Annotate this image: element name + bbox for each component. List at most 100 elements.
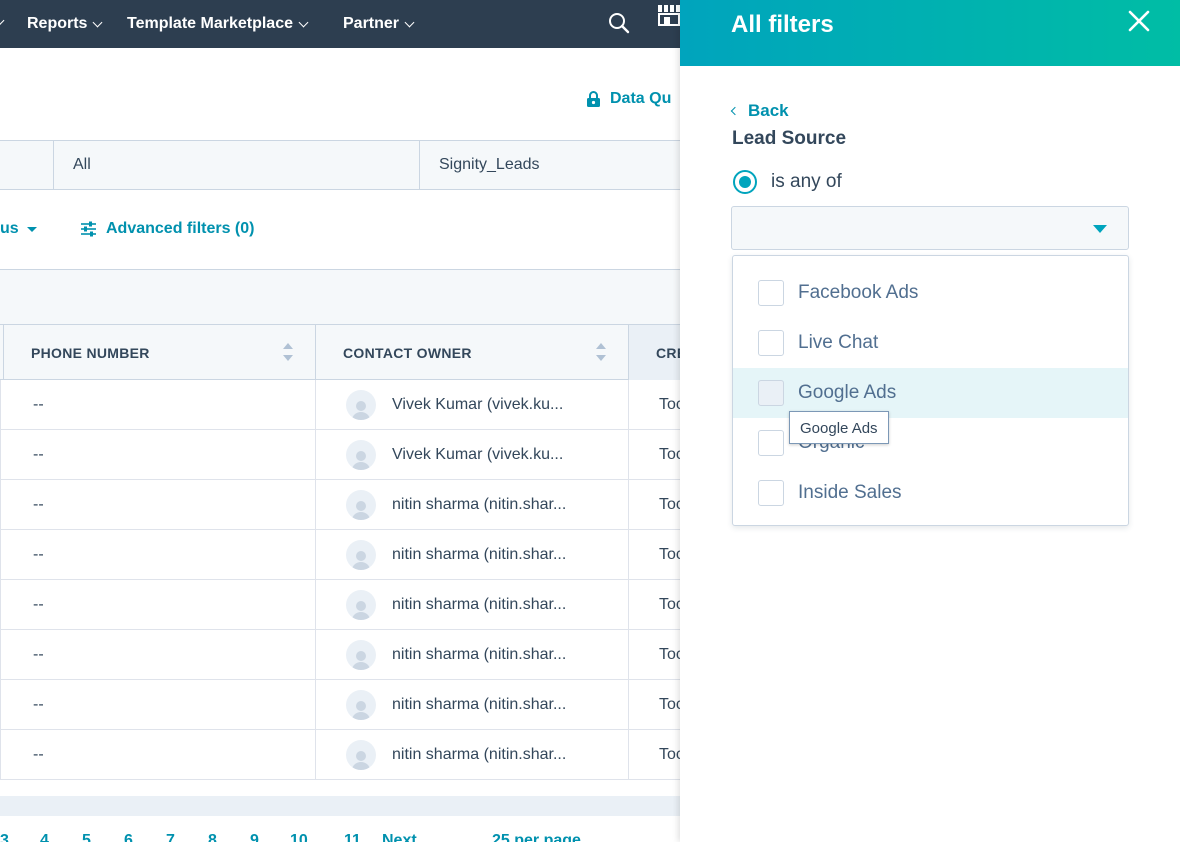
lock-icon bbox=[587, 90, 600, 107]
table-row[interactable]: -- Vivek Kumar (vivek.ku... Toc bbox=[0, 380, 700, 430]
column-header-label: CONTACT OWNER bbox=[343, 344, 472, 361]
owner-cell[interactable]: nitin sharma (nitin.shar... bbox=[315, 530, 628, 580]
view-tab-all[interactable]: All bbox=[53, 141, 419, 189]
option-label: Google Ads bbox=[798, 382, 897, 403]
owner-cell[interactable]: Vivek Kumar (vivek.ku... bbox=[315, 430, 628, 480]
chevron-down-icon bbox=[404, 17, 415, 27]
property-label: Lead Source bbox=[732, 128, 847, 149]
all-filters-panel: All filters Back Lead Source is any of F… bbox=[680, 0, 1180, 842]
operator-option-is-any-of[interactable]: is any of bbox=[733, 170, 842, 194]
owner-cell[interactable]: nitin sharma (nitin.shar... bbox=[315, 680, 628, 730]
checkbox[interactable] bbox=[758, 430, 784, 456]
data-quality-link[interactable]: Data Qu bbox=[586, 90, 671, 108]
status-filter-label: us bbox=[0, 220, 19, 237]
option-label: Inside Sales bbox=[798, 482, 902, 503]
owner-name: nitin sharma (nitin.shar... bbox=[392, 596, 567, 613]
chevron-down-icon bbox=[93, 17, 103, 27]
owner-cell[interactable]: nitin sharma (nitin.shar... bbox=[315, 630, 628, 680]
lead-source-options-list: Facebook Ads Live Chat Google Ads Organi… bbox=[732, 255, 1129, 526]
per-page-dropdown[interactable]: 25 per page bbox=[492, 832, 581, 842]
view-tab-label: Signity_Leads bbox=[439, 156, 540, 173]
phone-cell: -- bbox=[0, 580, 315, 630]
avatar bbox=[346, 440, 376, 470]
page-link[interactable]: 9 bbox=[250, 832, 259, 842]
chevron-down-icon bbox=[298, 17, 309, 27]
avatar bbox=[346, 490, 376, 520]
owner-name: nitin sharma (nitin.shar... bbox=[392, 746, 567, 763]
advanced-filters-button[interactable]: Advanced filters (0) bbox=[80, 220, 254, 238]
search-icon[interactable] bbox=[608, 12, 630, 34]
checkbox[interactable] bbox=[758, 480, 784, 506]
avatar bbox=[346, 540, 376, 570]
checkbox[interactable] bbox=[758, 380, 784, 406]
nav-item-label: Template Marketplace bbox=[127, 15, 293, 32]
table-row[interactable]: -- nitin sharma (nitin.shar... Toc bbox=[0, 730, 700, 780]
chevron-down-icon[interactable] bbox=[0, 15, 5, 26]
data-quality-label: Data Qu bbox=[610, 90, 672, 107]
sort-icon[interactable] bbox=[596, 343, 606, 363]
back-link[interactable]: Back bbox=[730, 101, 789, 121]
table-row[interactable]: -- nitin sharma (nitin.shar... Toc bbox=[0, 480, 700, 530]
table-row[interactable]: -- Vivek Kumar (vivek.ku... Toc bbox=[0, 430, 700, 480]
option-live-chat[interactable]: Live Chat bbox=[733, 318, 1128, 368]
next-page-link[interactable]: Next bbox=[382, 832, 417, 842]
phone-cell: -- bbox=[0, 480, 315, 530]
table-header: PHONE NUMBER CONTACT OWNER CRE bbox=[0, 325, 700, 380]
table-toolbar bbox=[0, 270, 700, 325]
page-link[interactable]: 8 bbox=[208, 832, 217, 842]
sort-icon[interactable] bbox=[283, 343, 293, 363]
panel-title: All filters bbox=[731, 11, 834, 38]
operator-label: is any of bbox=[771, 171, 842, 192]
owner-name: nitin sharma (nitin.shar... bbox=[392, 646, 567, 663]
owner-name: nitin sharma (nitin.shar... bbox=[392, 546, 567, 563]
radio-selected-dot bbox=[739, 176, 751, 188]
marketplace-icon[interactable] bbox=[657, 4, 680, 26]
column-header-contact-owner[interactable]: CONTACT OWNER bbox=[315, 325, 628, 380]
checkbox[interactable] bbox=[758, 280, 784, 306]
table-row[interactable]: -- nitin sharma (nitin.shar... Toc bbox=[0, 680, 700, 730]
page-link[interactable]: 5 bbox=[82, 832, 91, 842]
back-label: Back bbox=[748, 101, 789, 120]
option-tooltip: Google Ads bbox=[789, 411, 889, 444]
page-link[interactable]: 4 bbox=[40, 832, 49, 842]
nav-item-template-marketplace[interactable]: Template Marketplace bbox=[127, 0, 309, 48]
table-row[interactable]: -- nitin sharma (nitin.shar... Toc bbox=[0, 580, 700, 630]
option-inside-sales[interactable]: Inside Sales bbox=[733, 468, 1128, 518]
owner-name: Vivek Kumar (vivek.ku... bbox=[392, 396, 564, 413]
option-facebook-ads[interactable]: Facebook Ads bbox=[733, 268, 1128, 318]
horizontal-scrollbar[interactable] bbox=[0, 796, 700, 816]
avatar bbox=[346, 640, 376, 670]
option-label: Live Chat bbox=[798, 332, 879, 353]
nav-item-reports[interactable]: Reports bbox=[27, 0, 103, 48]
pagination: 3 4 5 6 7 8 9 10 11 Next 25 per page bbox=[0, 818, 700, 842]
owner-cell[interactable]: nitin sharma (nitin.shar... bbox=[315, 580, 628, 630]
lead-source-select[interactable] bbox=[731, 206, 1129, 250]
page-link[interactable]: 7 bbox=[166, 832, 175, 842]
page-link[interactable]: 11 bbox=[344, 832, 361, 842]
phone-cell: -- bbox=[0, 730, 315, 780]
close-icon[interactable] bbox=[1126, 8, 1152, 34]
avatar bbox=[346, 690, 376, 720]
phone-cell: -- bbox=[0, 530, 315, 580]
view-tab-signity-leads[interactable]: Signity_Leads bbox=[419, 141, 700, 189]
owner-cell[interactable]: Vivek Kumar (vivek.ku... bbox=[315, 380, 628, 430]
page-link[interactable]: 6 bbox=[124, 832, 133, 842]
status-filter-dropdown[interactable]: us bbox=[0, 220, 37, 238]
avatar bbox=[346, 390, 376, 420]
table-row[interactable]: -- nitin sharma (nitin.shar... Toc bbox=[0, 630, 700, 680]
view-tab-label: All bbox=[73, 156, 91, 173]
nav-item-label: Partner bbox=[343, 15, 400, 32]
phone-cell: -- bbox=[0, 430, 315, 480]
page-link[interactable]: 3 bbox=[0, 832, 9, 842]
owner-cell[interactable]: nitin sharma (nitin.shar... bbox=[315, 730, 628, 780]
radio-button[interactable] bbox=[733, 170, 757, 194]
nav-item-partner[interactable]: Partner bbox=[343, 0, 415, 48]
panel-header: All filters bbox=[680, 0, 1180, 66]
owner-cell[interactable]: nitin sharma (nitin.shar... bbox=[315, 480, 628, 530]
page-link[interactable]: 10 bbox=[290, 832, 308, 842]
advanced-filters-label: Advanced filters (0) bbox=[106, 220, 255, 237]
table-row[interactable]: -- nitin sharma (nitin.shar... Toc bbox=[0, 530, 700, 580]
caret-down-icon bbox=[26, 226, 37, 232]
column-header-phone-number[interactable]: PHONE NUMBER bbox=[3, 325, 315, 380]
checkbox[interactable] bbox=[758, 330, 784, 356]
